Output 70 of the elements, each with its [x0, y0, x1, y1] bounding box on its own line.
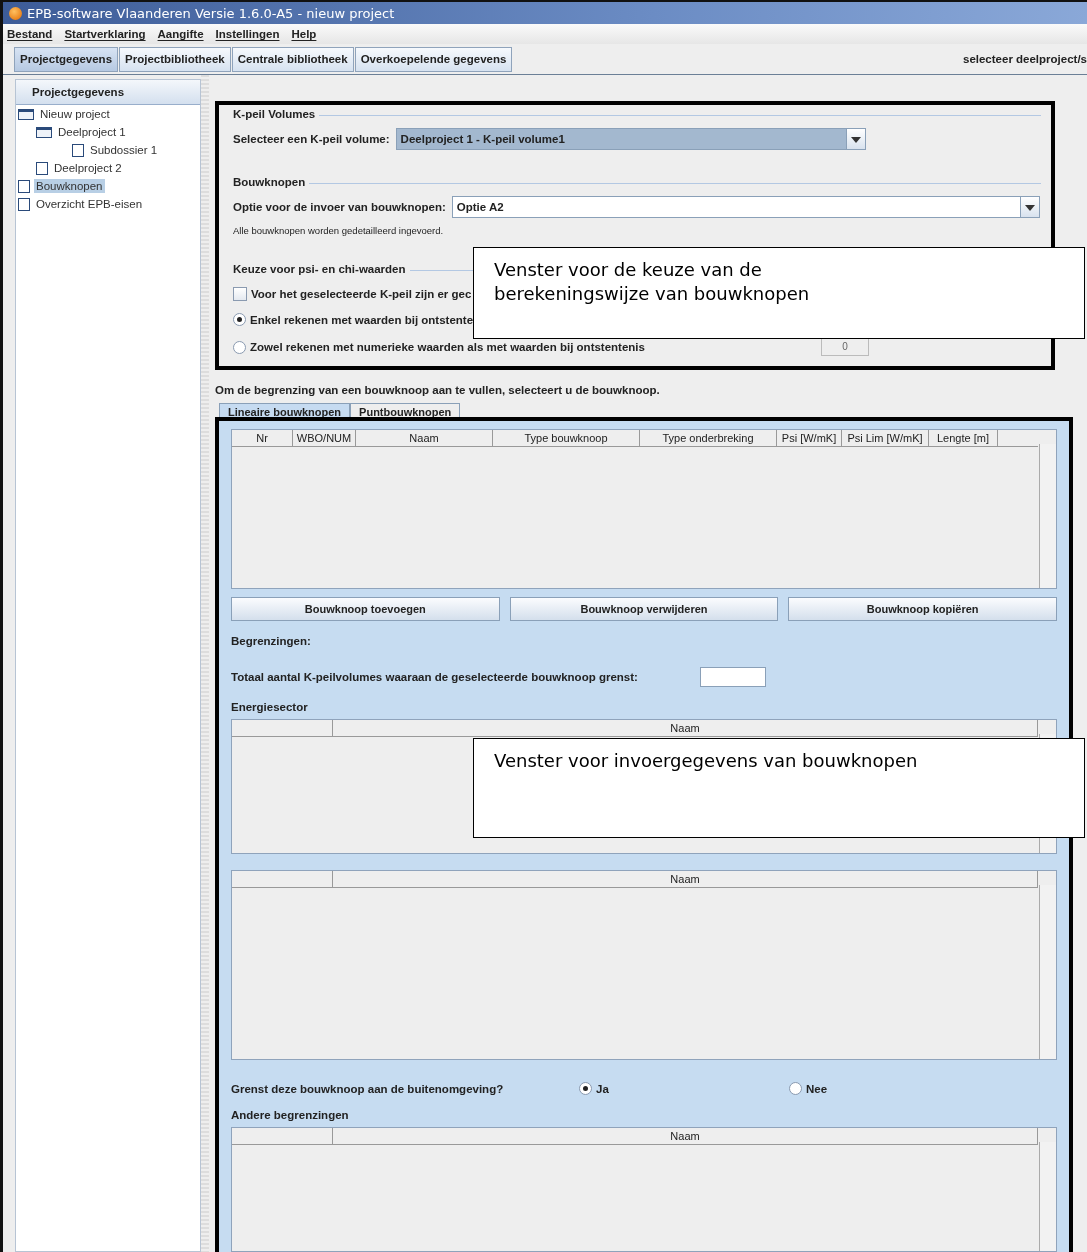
column-header[interactable]: Type bouwknoop: [493, 430, 640, 446]
field-label: Optie voor de invoer van bouwknopen:: [233, 200, 446, 213]
column-header[interactable]: Naam: [333, 1128, 1038, 1144]
action-button[interactable]: Bouwknoop kopiëren: [788, 597, 1057, 621]
column-header[interactable]: Naam: [356, 430, 493, 446]
tree-item[interactable]: Deelproject 2: [52, 161, 124, 175]
radio-label: Enkel rekenen met waarden bij ontstente: [250, 313, 474, 326]
group-title: Keuze voor psi- en chi-waarden: [233, 263, 410, 275]
action-button[interactable]: Bouwknoop verwijderen: [509, 597, 779, 621]
tab[interactable]: Projectbibliotheek: [119, 46, 231, 72]
document-icon: [18, 197, 30, 211]
column-header[interactable]: Psi Lim [W/mK]: [842, 430, 929, 446]
menu-item[interactable]: Startverklaring: [64, 28, 146, 40]
column-header[interactable]: Naam: [333, 871, 1038, 887]
menu-item[interactable]: Aangifte: [157, 28, 204, 40]
column-header[interactable]: Nr: [232, 430, 293, 446]
section-label: Energiesector: [231, 701, 309, 713]
radio-button[interactable]: [233, 340, 246, 354]
scrollbar[interactable]: [1039, 1142, 1056, 1251]
document-icon: [18, 179, 30, 193]
column-header[interactable]: Psi [W/mK]: [777, 430, 842, 446]
tree-item[interactable]: Nieuw project: [38, 107, 112, 121]
question-label: Grenst deze bouwknoop aan de buitenomgeving?: [231, 1082, 505, 1095]
radio-button[interactable]: [789, 1082, 802, 1095]
window-title: EPB-software Vlaanderen Versie 1.6.0-A5 - nieuw project: [27, 5, 395, 21]
number-field[interactable]: [699, 667, 766, 687]
checkbox-label: Voor het geselecteerde K-peil zijn er gec: [251, 288, 472, 300]
document-icon: [72, 143, 84, 157]
checkbox[interactable]: [233, 287, 247, 301]
column-header[interactable]: WBO/NUM: [293, 430, 356, 446]
callout-tooltip: Venster voor de keuze van de berekeningswijze van bouwknopen: [473, 247, 1085, 339]
note-text: Alle bouwknopen worden gedetailleerd ingevoerd.: [233, 224, 445, 236]
field-label: Selecteer een K-peil volume:: [233, 133, 390, 145]
field-label: Totaal aantal K-peilvolumes waaraan de geselecteerde bouwknoop grenst:: [231, 671, 638, 683]
section-label: Begrenzingen:: [231, 635, 312, 647]
splitter-handle[interactable]: [201, 75, 209, 1252]
column-header[interactable]: Naam: [333, 720, 1038, 736]
group-title: Bouwknopen: [233, 175, 310, 188]
instruction-text: Om de begrenzing van een bouwknoop aan te vullen, selecteert u de bouwknoop.: [215, 384, 661, 396]
menu-item[interactable]: Help: [291, 28, 317, 40]
dropdown[interactable]: Deelproject 1 - K-peil volume1: [395, 128, 866, 150]
radio-label: Zowel rekenen met numerieke waarden als met waarden bij ontstentenis: [250, 341, 645, 353]
column-header[interactable]: Type onderbreking: [640, 430, 777, 446]
dropdown[interactable]: Optie A2: [451, 195, 1040, 218]
app-logo-icon: [9, 6, 22, 20]
radio-button[interactable]: [579, 1082, 592, 1095]
scrollbar[interactable]: [1039, 444, 1056, 588]
radio-button[interactable]: [233, 313, 246, 326]
hint-text: selecteer deelproject/s: [963, 53, 1087, 65]
folder-icon: [36, 126, 52, 138]
radio-label: Nee: [806, 1082, 828, 1095]
scrollbar[interactable]: [1039, 885, 1056, 1059]
document-icon: [36, 161, 48, 175]
tree-item[interactable]: Subdossier 1: [88, 143, 160, 157]
callout-tooltip: Venster voor invoergegevens van bouwknopen: [473, 738, 1085, 838]
menu-item[interactable]: Instellingen: [215, 28, 280, 40]
tree-item[interactable]: Bouwknopen: [34, 179, 105, 193]
action-button[interactable]: Bouwknoop toevoegen: [231, 597, 500, 621]
menu-item[interactable]: Bestand: [7, 28, 53, 40]
radio-label: Ja: [596, 1082, 609, 1095]
tree-item[interactable]: Deelproject 1: [56, 125, 128, 139]
tab[interactable]: Centrale bibliotheek: [231, 46, 354, 72]
tree-item[interactable]: Overzicht EPB-eisen: [34, 197, 145, 211]
sidebar-header: Projectgegevens: [16, 80, 201, 105]
tab[interactable]: Overkoepelende gegevens: [354, 46, 513, 72]
tab[interactable]: Projectgegevens: [14, 46, 119, 72]
column-header[interactable]: Lengte [m]: [929, 430, 998, 446]
group-title: K-peil Volumes: [233, 108, 320, 120]
section-label: Andere begrenzingen: [231, 1109, 350, 1121]
folder-icon: [18, 108, 34, 120]
